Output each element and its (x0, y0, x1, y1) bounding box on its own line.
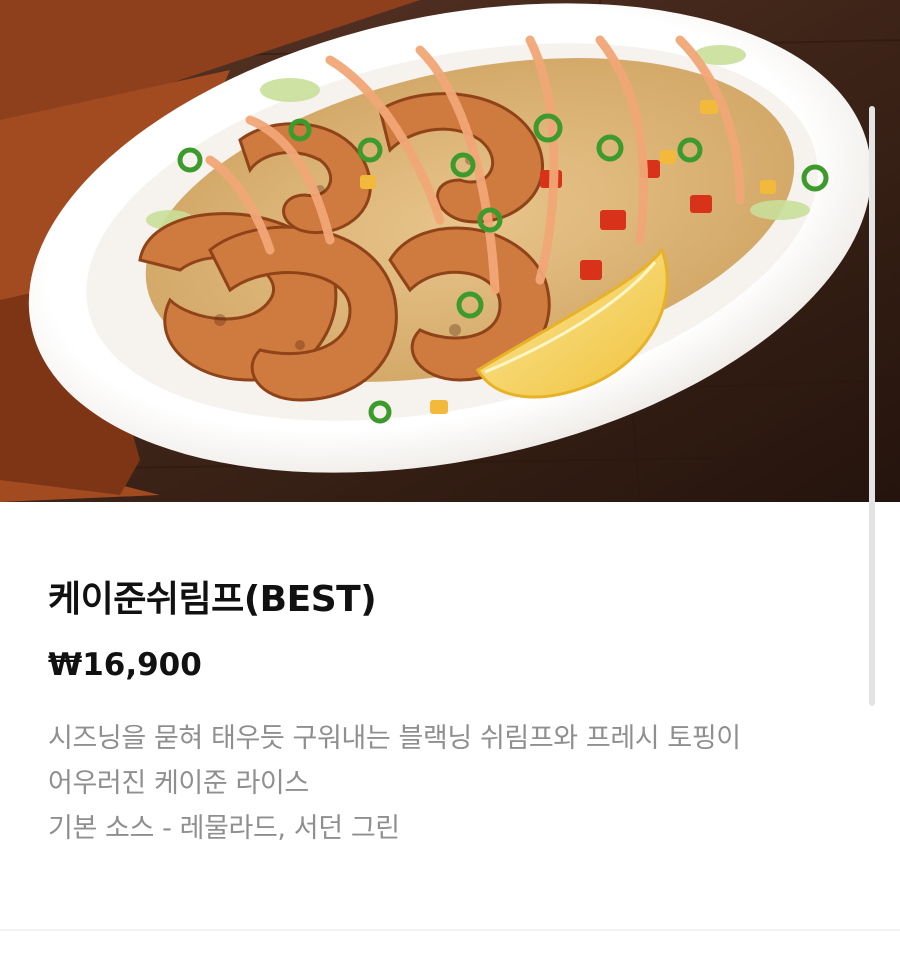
shrimp-dish-image (0, 0, 900, 502)
bottom-divider (0, 929, 900, 931)
scrollbar-thumb[interactable] (869, 106, 875, 706)
product-description: 시즈닝을 묻혀 태우듯 구워내는 블랙닝 쉬림프와 프레시 토핑이 어우러진 케… (48, 716, 860, 851)
description-line: 기본 소스 - 레물라드, 서던 그린 (48, 813, 400, 844)
description-line: 어우러진 케이준 라이스 (48, 768, 309, 799)
product-info: 케이준쉬림프(BEST) ₩16,900 시즈닝을 묻혀 태우듯 구워내는 블랙… (48, 560, 860, 851)
product-name: 케이준쉬림프(BEST) (48, 579, 377, 620)
product-photo (0, 0, 900, 502)
product-detail-screen: 케이준쉬림프(BEST) ₩16,900 시즈닝을 묻혀 태우듯 구워내는 블랙… (0, 0, 900, 956)
product-price: ₩16,900 (48, 647, 202, 683)
description-line: 시즈닝을 묻혀 태우듯 구워내는 블랙닝 쉬림프와 프레시 토핑이 (48, 723, 741, 754)
